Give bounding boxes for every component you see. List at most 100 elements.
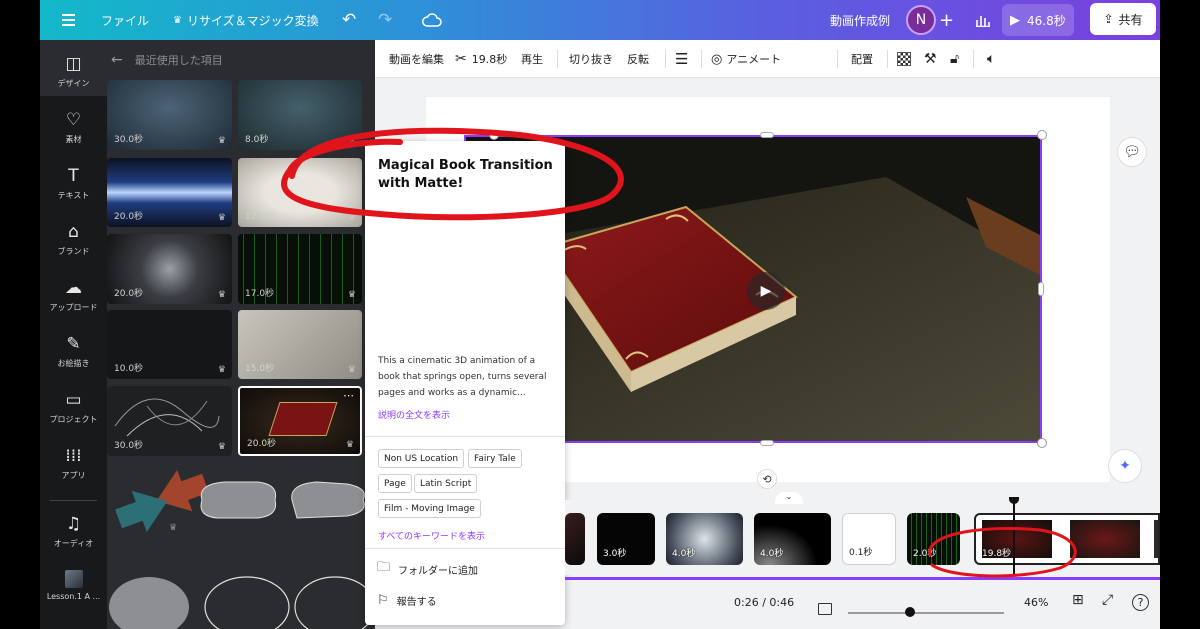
grid-view-icon[interactable]: ⊞ — [1072, 592, 1084, 608]
report-button[interactable]: ⚐ 報告する — [377, 590, 437, 610]
share-button[interactable]: ⇪ 共有 — [1090, 3, 1156, 35]
asset-thumb[interactable]: 8.0秒 ♛ — [238, 80, 362, 150]
crown-icon: ♛ — [217, 442, 226, 452]
edit-video-button[interactable]: 動画を編集 — [389, 40, 444, 78]
more-options-icon[interactable]: ⋯ — [343, 389, 354, 402]
project-title[interactable]: 動画作成例 — [830, 0, 890, 40]
timeline-clip-selected[interactable]: 19.8秒 — [974, 513, 1160, 565]
rail-label: Lesson.1 A ... — [46, 592, 101, 601]
split-button[interactable]: ✂ 19.8秒 — [455, 40, 507, 78]
resize-handle-top[interactable] — [760, 132, 774, 138]
upload-icon: ☁ — [65, 278, 82, 298]
timeline-clip[interactable]: 4.0秒 — [666, 513, 743, 565]
redo-icon[interactable]: ↷ — [378, 0, 392, 40]
rail-item-projects[interactable]: ▭ プロジェクト — [40, 390, 107, 425]
rail-item-brand[interactable]: ⌂ ブランド — [40, 222, 107, 257]
resize-handle-bottom[interactable] — [760, 440, 774, 446]
animate-button[interactable]: ◎ アニメート — [711, 40, 781, 78]
rail-item-lesson[interactable]: Lesson.1 A ... — [40, 570, 107, 601]
timeline-clip[interactable]: 4.0秒 — [754, 513, 831, 565]
rail-item-text[interactable]: T テキスト — [40, 166, 107, 201]
zoom-level[interactable]: 46% — [1024, 596, 1048, 609]
thumb-duration: 20.0秒 — [247, 439, 277, 449]
undo-icon[interactable]: ↶ — [342, 0, 356, 40]
clip-duration: 0.1秒 — [849, 548, 873, 558]
rail-label: アプリ — [61, 471, 86, 480]
layout-icon: ◫ — [65, 54, 82, 74]
asset-thumb[interactable]: 30.0秒 ♛ — [107, 386, 232, 456]
asset-thumb[interactable]: 10.0秒 ♛ — [107, 310, 232, 379]
zoom-slider-knob[interactable] — [905, 607, 915, 617]
video-play-icon[interactable]: ▶ — [747, 272, 785, 310]
menu-icon[interactable] — [58, 0, 78, 40]
apps-icon: ⁞⁞⁞ — [65, 446, 82, 466]
asset-thumb[interactable]: 20.0秒 ♛ — [107, 234, 232, 304]
crop-button[interactable]: 切り抜き — [569, 40, 613, 78]
asset-thumb-selected[interactable]: ⋯ 20.0秒 ♛ — [238, 386, 362, 456]
rail-item-draw[interactable]: ✎ お絵描き — [40, 334, 107, 369]
time-display: 0:26 / 0:46 — [734, 596, 795, 609]
add-collaborator-icon[interactable]: + — [939, 0, 954, 40]
comment-icon[interactable]: 💬︎ — [1117, 137, 1147, 167]
rotate-icon[interactable]: ⟲ — [757, 469, 777, 489]
rail-item-apps[interactable]: ⁞⁞⁞ アプリ — [40, 446, 107, 481]
show-keywords-link[interactable]: すべてのキーワードを表示 — [378, 529, 485, 542]
asset-thumb[interactable]: 12.0秒 ♛ — [238, 158, 362, 227]
resize-handle-tr[interactable] — [1037, 130, 1047, 140]
fullscreen-icon[interactable]: ⤢ — [1102, 592, 1113, 608]
asset-thumb[interactable]: 20.0秒 ♛ — [107, 158, 232, 227]
tag-chip[interactable]: Fairy Tale — [468, 449, 522, 468]
tag-chip[interactable]: Non US Location — [378, 449, 465, 468]
resize-handle-tl[interactable] — [489, 130, 499, 140]
clip-duration: 4.0秒 — [672, 549, 696, 559]
paint-roller-icon[interactable]: ⚒ — [924, 40, 937, 78]
resize-button[interactable]: ♛ リサイズ＆マジック変換 — [173, 0, 319, 40]
position-button[interactable]: 配置 — [851, 40, 873, 78]
back-arrow-icon[interactable]: ← — [111, 52, 123, 68]
crown-icon: ♛ — [347, 136, 356, 146]
tag-chip[interactable]: Page — [378, 474, 412, 493]
tag-chip[interactable]: Latin Script — [414, 474, 478, 493]
avatar[interactable]: N — [906, 5, 936, 35]
asset-thumb[interactable]: 30.0秒 ♛ — [107, 80, 232, 150]
audio-track-bar[interactable] — [565, 577, 1160, 580]
cloud-sync-icon[interactable] — [422, 0, 442, 40]
add-to-folder-button[interactable]: 🗀︎ フォルダーに追加 — [377, 559, 478, 579]
rail-label: ブランド — [57, 247, 90, 256]
playhead-marker[interactable] — [1009, 497, 1019, 504]
rail-item-audio[interactable]: ♫ オーディオ — [40, 514, 107, 549]
timeline-clip[interactable] — [565, 513, 585, 565]
tag-chip[interactable]: Film - Moving Image — [378, 499, 481, 518]
collapse-timeline-icon[interactable]: ⌄ — [775, 492, 803, 504]
resize-handle-right[interactable] — [1038, 282, 1044, 296]
present-play-button[interactable]: ▶ 46.8秒 — [1002, 4, 1074, 36]
resize-handle-br[interactable] — [1037, 438, 1047, 448]
playhead[interactable] — [1013, 497, 1015, 575]
asset-thumb[interactable]: 17.0秒 ♛ — [238, 234, 362, 304]
transparency-icon[interactable] — [897, 40, 911, 78]
show-full-description-link[interactable]: 説明の全文を表示 — [378, 408, 450, 421]
zoom-slider[interactable] — [848, 612, 1004, 614]
flip-button[interactable]: 反転 — [627, 40, 649, 78]
magic-assistant-icon[interactable]: ✦ — [1108, 449, 1142, 483]
timeline-clip[interactable]: 0.1秒 — [842, 513, 896, 565]
insights-icon[interactable] — [975, 0, 991, 40]
panel-title: 最近使用した項目 — [134, 54, 223, 67]
volume-icon[interactable]: 🔈︎ — [987, 40, 995, 78]
play-button[interactable]: 再生 — [521, 40, 543, 78]
rail-label: 素材 — [65, 135, 82, 144]
toolbar-divider — [887, 50, 888, 68]
transparency-lines-icon[interactable]: ☰ — [675, 40, 688, 78]
timeline-clip[interactable]: 3.0秒 — [597, 513, 655, 565]
asset-thumb[interactable]: 15.0秒 ♛ — [238, 310, 362, 379]
lock-icon[interactable]: 🔓︎ — [950, 40, 959, 78]
rail-item-elements[interactable]: ♡ 素材 — [40, 110, 107, 145]
file-menu[interactable]: ファイル — [101, 0, 149, 40]
help-icon[interactable]: ? — [1132, 594, 1149, 611]
rail-item-upload[interactable]: ☁ アップロード — [40, 278, 107, 313]
timeline-clip[interactable]: 2.0秒 — [907, 513, 960, 565]
brand-icon: ⌂ — [68, 222, 79, 242]
popup-divider — [365, 548, 565, 549]
rail-item-design[interactable]: ◫ デザイン — [40, 40, 107, 96]
page-view-icon[interactable] — [818, 603, 832, 615]
